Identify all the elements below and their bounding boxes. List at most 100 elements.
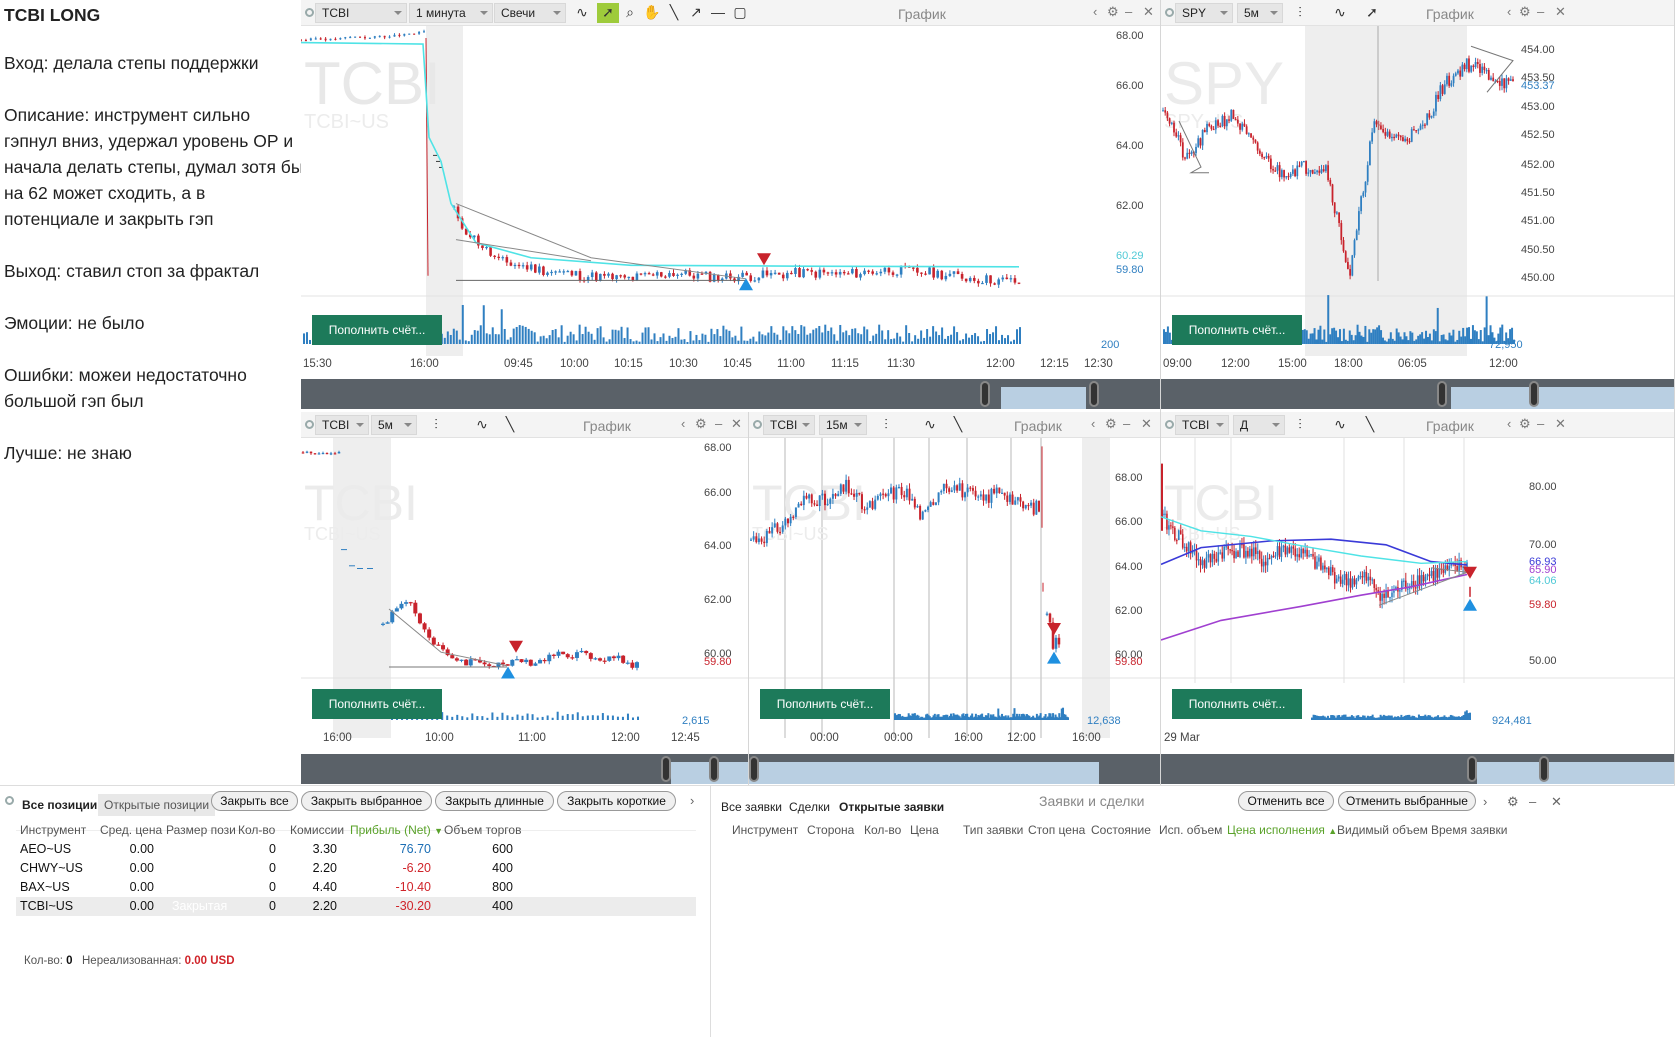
symbol-select[interactable]: TCBI [315,3,407,23]
scroller-right-handle[interactable] [1089,381,1099,407]
scroller-left-handle[interactable] [1437,381,1447,407]
col-order-time[interactable]: Время заявки [1431,823,1507,837]
funding-button[interactable]: Пополнить счёт... [312,689,442,719]
chart-scroller[interactable] [749,754,1160,784]
interval-select[interactable]: 1 минута [409,3,493,23]
link-dot-icon[interactable] [1165,8,1174,17]
symbol-select[interactable]: SPY [1175,3,1233,23]
symbol-select[interactable]: TCBI [315,415,369,435]
more-icon[interactable]: › [690,793,694,808]
col-commission[interactable]: Комиссии [290,823,344,837]
close-icon[interactable]: ✕ [1555,416,1566,432]
symbol-select[interactable]: TCBI [763,415,815,435]
cursor-icon[interactable]: ➚ [597,3,619,23]
settings-icon[interactable]: ⚙ [1105,416,1117,432]
col-position-size[interactable]: Размер пози [166,823,236,837]
back-icon[interactable]: ‹ [1507,416,1511,431]
indicator-icon[interactable]: ∿ [919,415,941,435]
chart-scroller[interactable] [301,379,1160,409]
rect-icon[interactable]: ▢ [729,3,751,23]
interval-select[interactable]: 5м [1237,3,1283,23]
scroller-left-handle[interactable] [661,756,671,782]
minimize-icon[interactable]: – [1537,4,1544,19]
col-volume[interactable]: Объем торгов [444,823,521,837]
candles-icon[interactable]: ⫶ [425,415,447,435]
col-visible-volume[interactable]: Видимый объем [1337,823,1428,837]
link-dot-icon[interactable] [5,796,14,805]
tab-all-positions[interactable]: Все позиции [16,794,104,816]
settings-icon[interactable]: ⚙ [1107,4,1119,20]
col-side[interactable]: Сторона [807,823,854,837]
scroller-right-handle[interactable] [1529,381,1539,407]
link-dot-icon[interactable] [305,420,314,429]
interval-select[interactable]: Д [1233,415,1285,435]
interval-select[interactable]: 5м [371,415,417,435]
symbol-select[interactable]: TCBI [1175,415,1229,435]
back-icon[interactable]: ‹ [1507,4,1511,19]
minimize-icon[interactable]: – [1125,4,1132,19]
close-short-button[interactable]: Закрыть короткие [557,791,676,811]
close-icon[interactable]: ✕ [1143,4,1154,20]
col-state[interactable]: Состояние [1091,823,1151,837]
scroller-left-handle[interactable] [1467,756,1477,782]
minimize-icon[interactable]: – [1123,416,1130,431]
col-fill-price[interactable]: Цена исполнения ▲ [1227,823,1337,837]
price-chart[interactable]: TCBITCBI~US68.0066.0064.0062.0060.0059.8… [749,438,1161,785]
indicator-icon[interactable]: ∿ [1329,415,1351,435]
candles-icon[interactable]: ⫶ [875,415,897,435]
settings-icon[interactable]: ⚙ [695,416,707,432]
candles-icon[interactable]: ⫶ [1289,415,1311,435]
settings-icon[interactable]: ⚙ [1519,4,1531,20]
close-all-button[interactable]: Закрыть все [211,791,298,811]
close-icon[interactable]: ✕ [1141,416,1152,432]
indicator-icon[interactable]: ∿ [571,3,593,23]
scroller-left-handle[interactable] [749,756,759,782]
back-icon[interactable]: › [1483,794,1487,809]
scroller-right-handle[interactable] [709,756,719,782]
funding-button[interactable]: Пополнить счёт... [760,689,890,719]
col-qty[interactable]: Кол-во [238,823,275,837]
link-dot-icon[interactable] [1165,420,1174,429]
tab-trades[interactable]: Сделки [783,796,836,818]
price-chart[interactable]: TCBITCBI~US 68.00 66.00 64.00 62.00 60.29 59.8… [301,26,1161,412]
col-instrument[interactable]: Инструмент [20,823,86,837]
price-chart[interactable]: SPYSPY~US454.00453.50453.37453.00452.504… [1161,26,1675,412]
col-avg-price[interactable]: Сред. цена [100,823,162,837]
settings-icon[interactable]: ⚙ [1519,416,1531,432]
minimize-icon[interactable]: – [715,416,722,431]
tab-open-orders[interactable]: Открытые заявки [833,796,951,818]
indicator-icon[interactable]: ∿ [471,415,493,435]
col-price[interactable]: Цена [910,823,939,837]
magnifier-icon[interactable]: ⌕ [619,3,641,23]
back-icon[interactable]: ‹ [681,416,685,431]
arrow-icon[interactable]: ↗ [685,3,707,23]
close-icon[interactable]: ✕ [731,416,742,432]
link-dot-icon[interactable] [305,8,314,17]
price-chart[interactable]: TCBITCBI~US80.0070.0066.9365.9064.0659.8… [1161,438,1675,785]
back-icon[interactable]: ‹ [1093,4,1097,19]
line-icon[interactable]: ╲ [663,3,685,23]
scroller-right-handle[interactable] [1539,756,1549,782]
chart-scroller[interactable] [1161,754,1674,784]
draw-icon[interactable]: ╲ [499,415,521,435]
back-icon[interactable]: ‹ [1091,416,1095,431]
draw-icon[interactable]: ╲ [947,415,969,435]
draw-icon[interactable]: ╲ [1359,415,1381,435]
cancel-all-button[interactable]: Отменить все [1238,791,1334,811]
funding-button[interactable]: Пополнить счёт... [1172,315,1302,345]
cursor-icon[interactable]: ➚ [1361,3,1383,23]
tab-all-orders[interactable]: Все заявки [715,796,788,818]
col-filled-volume[interactable]: Исп. объем [1159,823,1222,837]
link-dot-icon[interactable] [753,420,762,429]
col-stop-price[interactable]: Стоп цена [1028,823,1085,837]
interval-select[interactable]: 15м [819,415,867,435]
price-chart[interactable]: TCBITCBI~US68.0066.0064.0062.0060.0059.8… [301,438,749,785]
settings-icon[interactable]: ⚙ [1507,794,1519,810]
scroller-left-handle[interactable] [980,381,990,407]
hand-icon[interactable]: ✋ [641,3,663,23]
cancel-selected-button[interactable]: Отменить выбранные [1338,791,1476,811]
close-long-button[interactable]: Закрыть длинные [435,791,554,811]
close-icon[interactable]: ✕ [1555,4,1566,20]
chart-type-select[interactable]: Свечи [494,3,566,23]
minimize-icon[interactable]: – [1529,794,1536,809]
